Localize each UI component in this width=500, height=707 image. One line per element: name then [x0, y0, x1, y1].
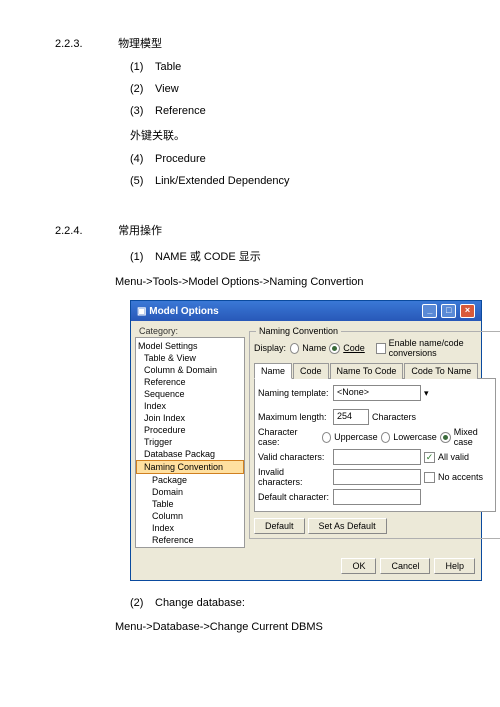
- tree-item[interactable]: Table: [136, 498, 244, 510]
- max-length-input[interactable]: 254: [333, 409, 369, 425]
- default-button[interactable]: Default: [254, 518, 305, 534]
- tab-name-to-code[interactable]: Name To Code: [330, 363, 404, 379]
- list-item: (1)NAME 或 CODE 显示: [130, 248, 445, 264]
- app-icon: ▣: [137, 306, 146, 317]
- list-item: (2)View: [130, 83, 445, 95]
- enable-conversions-checkbox[interactable]: [376, 343, 386, 354]
- category-label: Category:: [135, 325, 245, 337]
- model-options-dialog: ▣ Model Options _ □ × Category: Model Se…: [130, 300, 482, 581]
- valid-chars-label: Valid characters:: [258, 452, 330, 462]
- tree-item[interactable]: Model Settings: [136, 340, 244, 352]
- group-title: Naming Convention: [256, 326, 341, 336]
- menu-path-text: Menu->Tools->Model Options->Naming Conve…: [115, 276, 445, 288]
- tree-item[interactable]: Package: [136, 474, 244, 486]
- tree-item[interactable]: Column & Domain: [136, 364, 244, 376]
- section-heading: 2.2.3. 物理模型: [55, 35, 445, 51]
- tab-bar: Name Code Name To Code Code To Name: [254, 362, 496, 379]
- tree-item[interactable]: Column: [136, 510, 244, 522]
- tree-item[interactable]: Index: [136, 400, 244, 412]
- tree-item[interactable]: Sequence: [136, 388, 244, 400]
- list-item: (1)Table: [130, 61, 445, 73]
- section-number: 2.2.4.: [55, 225, 115, 237]
- mixedcase-radio[interactable]: [440, 432, 451, 443]
- tab-code-to-name[interactable]: Code To Name: [404, 363, 478, 379]
- chevron-down-icon[interactable]: ▾: [424, 388, 429, 399]
- all-valid-checkbox[interactable]: [424, 452, 435, 463]
- list-item: (2)Change database:: [130, 597, 445, 609]
- tree-item[interactable]: Trigger: [136, 436, 244, 448]
- tree-item[interactable]: Domain: [136, 486, 244, 498]
- tree-item[interactable]: Index: [136, 522, 244, 534]
- tree-item[interactable]: View Reference: [136, 546, 244, 548]
- tab-name[interactable]: Name: [254, 363, 292, 379]
- valid-chars-input[interactable]: [333, 449, 421, 465]
- no-accents-checkbox[interactable]: [424, 472, 435, 483]
- ok-button[interactable]: OK: [341, 558, 376, 574]
- tree-item[interactable]: Reference: [136, 534, 244, 546]
- help-button[interactable]: Help: [434, 558, 475, 574]
- tree-item[interactable]: Database Packag: [136, 448, 244, 460]
- name-radio[interactable]: [290, 343, 300, 354]
- dialog-titlebar[interactable]: ▣ Model Options _ □ ×: [131, 301, 481, 321]
- uppercase-radio[interactable]: [322, 432, 332, 443]
- list-item: (3)Reference: [130, 105, 445, 117]
- default-char-input[interactable]: [333, 489, 421, 505]
- tree-item[interactable]: Join Index: [136, 412, 244, 424]
- tree-item[interactable]: Procedure: [136, 424, 244, 436]
- tree-item-selected[interactable]: Naming Convention: [136, 460, 244, 474]
- category-tree[interactable]: Model Settings Table & View Column & Dom…: [135, 337, 245, 548]
- lowercase-radio[interactable]: [381, 432, 391, 443]
- cancel-button[interactable]: Cancel: [380, 558, 430, 574]
- default-char-label: Default character:: [258, 492, 330, 502]
- invalid-chars-input[interactable]: [333, 469, 421, 485]
- code-radio[interactable]: [329, 343, 340, 354]
- naming-template-select[interactable]: <None>: [333, 385, 421, 401]
- tree-item[interactable]: Table & View: [136, 352, 244, 364]
- list-item: (4)Procedure: [130, 153, 445, 165]
- section-title: 物理模型: [118, 38, 162, 50]
- display-label: Display:: [254, 343, 287, 353]
- tree-item[interactable]: Reference: [136, 376, 244, 388]
- max-length-label: Maximum length:: [258, 412, 330, 422]
- char-case-label: Character case:: [258, 427, 319, 447]
- minimize-icon[interactable]: _: [422, 304, 437, 318]
- naming-template-label: Naming template:: [258, 388, 330, 398]
- maximize-icon[interactable]: □: [441, 304, 456, 318]
- tab-code[interactable]: Code: [293, 363, 329, 379]
- list-item: (5)Link/Extended Dependency: [130, 175, 445, 187]
- dialog-title: Model Options: [149, 306, 218, 317]
- note-text: 外键关联。: [130, 127, 445, 143]
- section-heading: 2.2.4. 常用操作: [55, 222, 445, 238]
- set-as-default-button[interactable]: Set As Default: [308, 518, 387, 534]
- section-title: 常用操作: [118, 225, 162, 237]
- naming-convention-group: Naming Convention Display: Name Code Ena…: [249, 331, 500, 539]
- close-icon[interactable]: ×: [460, 304, 475, 318]
- menu-path-text: Menu->Database->Change Current DBMS: [115, 621, 445, 633]
- invalid-chars-label: Invalid characters:: [258, 467, 330, 487]
- section-number: 2.2.3.: [55, 38, 115, 50]
